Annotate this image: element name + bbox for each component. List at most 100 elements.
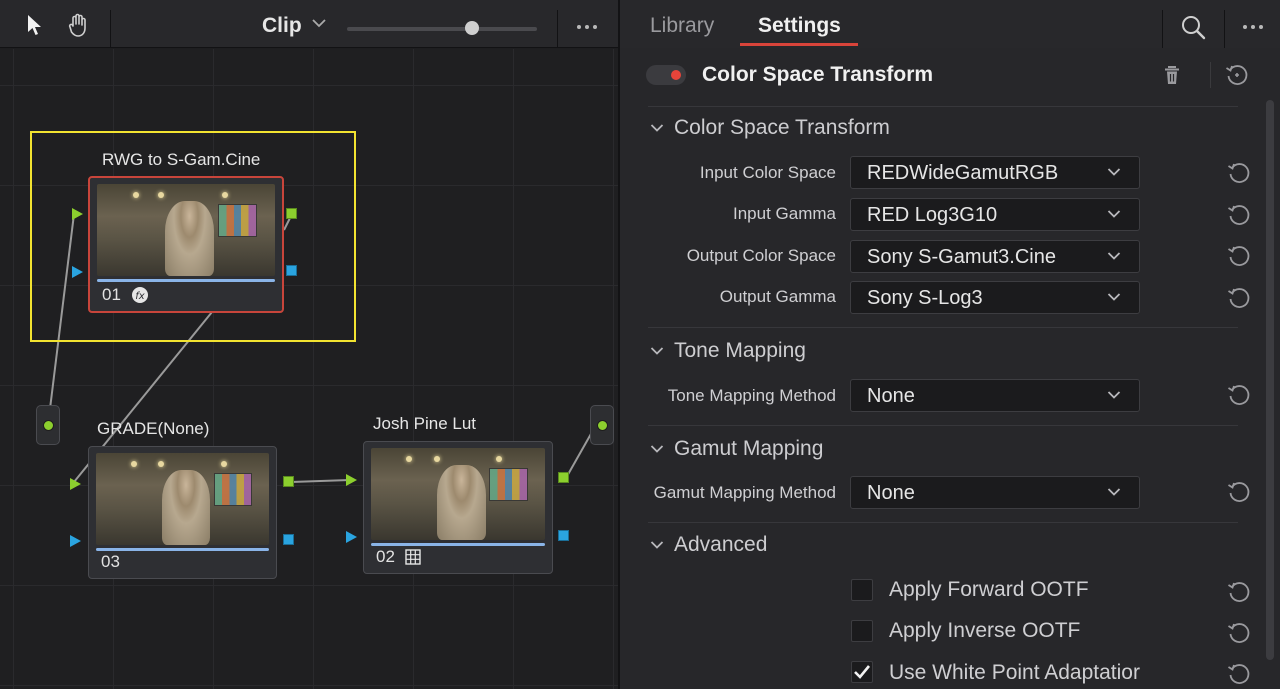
input-node[interactable]: [36, 405, 60, 445]
svg-text:fx: fx: [135, 291, 145, 302]
fx-icon: fx: [131, 287, 148, 303]
tab-library[interactable]: Library: [650, 14, 714, 38]
reset-tone-mapping-button[interactable]: [1226, 382, 1252, 408]
output-node-port[interactable]: [597, 420, 608, 431]
toolbar-divider: [110, 10, 111, 48]
input-color-space-dropdown[interactable]: REDWideGamutRGB: [850, 156, 1140, 189]
delete-effect-button[interactable]: [1160, 63, 1184, 87]
lut-grid-icon: [405, 549, 421, 565]
chevron-down-icon: [650, 445, 664, 453]
dropdown-value: Sony S-Log3: [867, 287, 983, 309]
node-zoom-slider[interactable]: [347, 21, 537, 35]
chevron-down-icon[interactable]: [311, 18, 327, 28]
section-header-gamut-mapping[interactable]: Gamut Mapping: [650, 437, 823, 461]
reset-input-gamma-button[interactable]: [1226, 202, 1252, 228]
section-header-advanced[interactable]: Advanced: [650, 533, 767, 557]
output-node[interactable]: [590, 405, 614, 445]
chevron-down-icon: [1107, 488, 1121, 496]
tone-mapping-method-label: Tone Mapping Method: [667, 386, 836, 405]
hand-tool-button[interactable]: [66, 12, 92, 38]
section-divider: [648, 425, 1238, 426]
pointer-arrow-icon: [28, 15, 41, 35]
reset-inverse-ootf-button[interactable]: [1226, 620, 1252, 646]
thumbnail-detail: [218, 204, 258, 238]
more-dot-icon: [1259, 25, 1263, 29]
node-editor: Clip RWG to S-Gam.Cine 01 fx GRADE(None)…: [0, 0, 618, 689]
section-header-tone-mapping[interactable]: Tone Mapping: [650, 339, 806, 363]
toolbar-divider: [1162, 10, 1163, 48]
chevron-down-icon: [1107, 293, 1121, 301]
effect-header: Color Space Transform: [620, 48, 1280, 106]
reset-input-color-space-button[interactable]: [1226, 160, 1252, 186]
node-03-rgb-output-port[interactable]: [283, 476, 294, 487]
node-03-key-input-port[interactable]: [70, 535, 81, 547]
reset-output-color-space-button[interactable]: [1226, 243, 1252, 269]
thumbnail-detail: [158, 461, 165, 467]
pointer-tool-button[interactable]: [22, 12, 48, 38]
apply-forward-ootf-label: Apply Forward OOTF: [889, 578, 1089, 601]
thumbnail-detail: [405, 456, 412, 462]
node-key-bar: [97, 279, 275, 282]
tab-settings[interactable]: Settings: [758, 14, 841, 38]
dropdown-value: Sony S-Gamut3.Cine: [867, 246, 1056, 268]
effects-settings-panel: Library Settings Color Space Transform C…: [618, 0, 1280, 689]
thumbnail-detail: [489, 468, 528, 502]
node-03-key-output-port[interactable]: [283, 534, 294, 545]
input-node-port[interactable]: [43, 420, 54, 431]
thumbnail-detail: [437, 464, 486, 540]
output-gamma-dropdown[interactable]: Sony S-Log3: [850, 281, 1140, 314]
node-02[interactable]: 02: [363, 441, 553, 574]
dropdown-value: None: [867, 385, 915, 407]
node-number-row: 03: [101, 552, 120, 572]
section-divider: [648, 522, 1238, 523]
reset-output-gamma-button[interactable]: [1226, 285, 1252, 311]
thumbnail-detail: [130, 461, 137, 467]
apply-inverse-ootf-checkbox[interactable]: [851, 620, 873, 642]
effect-enable-toggle[interactable]: [646, 65, 686, 85]
zoom-slider-knob[interactable]: [465, 21, 480, 35]
node-01-key-output-port[interactable]: [286, 265, 297, 276]
panel-options-menu-button[interactable]: [1234, 14, 1272, 40]
node-02-rgb-input-port[interactable]: [346, 474, 357, 486]
reset-white-point-adaptation-button[interactable]: [1226, 661, 1252, 687]
clip-mode-dropdown[interactable]: Clip: [262, 14, 302, 38]
panel-scrollbar[interactable]: [1266, 100, 1274, 660]
node-toolbar: Clip: [0, 0, 618, 48]
tone-mapping-method-dropdown[interactable]: None: [850, 379, 1140, 412]
chevron-down-icon: [1107, 210, 1121, 218]
apply-forward-ootf-checkbox[interactable]: [851, 579, 873, 601]
node-thumbnail: [96, 453, 269, 545]
chevron-down-icon: [650, 347, 664, 355]
node-01[interactable]: 01 fx: [88, 176, 284, 313]
gamut-mapping-method-label: Gamut Mapping Method: [653, 483, 836, 502]
node-01-rgb-output-port[interactable]: [286, 208, 297, 219]
reset-forward-ootf-button[interactable]: [1226, 579, 1252, 605]
node-02-key-input-port[interactable]: [346, 531, 357, 543]
section-title: Color Space Transform: [674, 116, 890, 139]
output-color-space-dropdown[interactable]: Sony S-Gamut3.Cine: [850, 240, 1140, 273]
node-graph-canvas[interactable]: [0, 49, 618, 689]
node-02-rgb-output-port[interactable]: [558, 472, 569, 483]
output-color-space-label: Output Color Space: [686, 246, 836, 265]
use-white-point-adaptation-checkbox[interactable]: [851, 661, 873, 683]
active-tab-indicator: [740, 43, 858, 46]
node-03[interactable]: 03: [88, 446, 277, 579]
gamut-mapping-method-dropdown[interactable]: None: [850, 476, 1140, 509]
node-options-menu-button[interactable]: [568, 14, 606, 40]
search-button[interactable]: [1180, 14, 1206, 40]
section-header-color-space-transform[interactable]: Color Space Transform: [650, 116, 890, 140]
node-01-key-input-port[interactable]: [72, 266, 83, 278]
section-divider: [648, 106, 1238, 107]
reset-icon: [1226, 65, 1248, 85]
node-01-rgb-input-port[interactable]: [72, 208, 83, 220]
trash-icon: [1165, 66, 1179, 84]
node-03-rgb-input-port[interactable]: [70, 478, 81, 490]
input-gamma-dropdown[interactable]: RED Log3G10: [850, 198, 1140, 231]
reset-gamut-mapping-button[interactable]: [1226, 479, 1252, 505]
node-02-key-output-port[interactable]: [558, 530, 569, 541]
reset-all-button[interactable]: [1224, 62, 1250, 88]
more-dot-icon: [1251, 25, 1255, 29]
thumbnail-detail: [213, 473, 252, 507]
node-number: 01: [102, 285, 121, 304]
reset-icon: [1228, 482, 1250, 502]
